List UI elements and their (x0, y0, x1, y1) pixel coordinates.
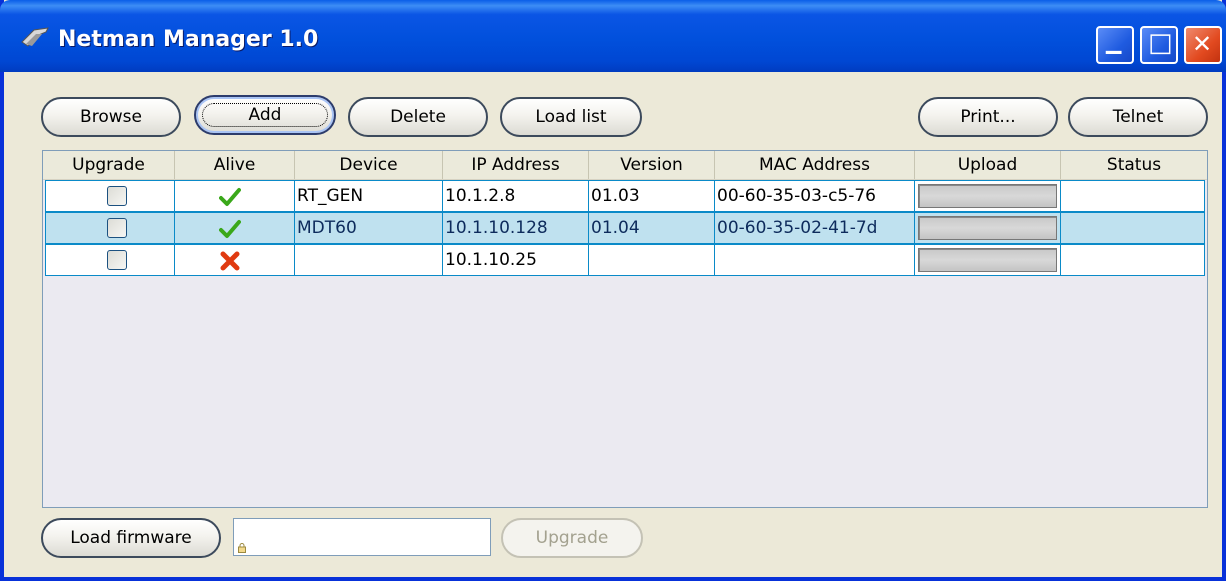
version-cell: 01.04 (589, 212, 715, 244)
load-list-button[interactable]: Load list (500, 97, 642, 137)
app-window: Netman Manager 1.0 ▁ □ ✕ Browse Add Dele… (0, 0, 1226, 581)
ip-cell: 10.1.10.128 (443, 212, 589, 244)
browse-button[interactable]: Browse (41, 97, 181, 137)
minimize-icon: ▁ (1106, 30, 1122, 54)
alive-cell (175, 212, 295, 244)
telnet-button[interactable]: Telnet (1068, 97, 1208, 137)
lock-icon (238, 543, 246, 553)
maximize-button[interactable]: □ (1140, 26, 1178, 64)
close-button[interactable]: ✕ (1184, 26, 1222, 64)
upgrade-cell[interactable] (45, 180, 175, 212)
device-cell: RT_GEN (295, 180, 443, 212)
add-button[interactable]: Add (194, 95, 336, 135)
minimize-button[interactable]: ▁ (1096, 26, 1134, 64)
upload-progress-bar (918, 248, 1057, 272)
upgrade-button[interactable]: Upgrade (501, 518, 643, 558)
column-header-ip-address[interactable]: IP Address (443, 151, 589, 179)
upload-cell (915, 180, 1061, 212)
column-header-device[interactable]: Device (295, 151, 443, 179)
version-cell: 01.03 (589, 180, 715, 212)
table-row[interactable]: MDT60 10.1.10.128 01.04 00-60-35-02-41-7… (45, 212, 1205, 244)
upgrade-cell[interactable] (45, 244, 175, 276)
column-header-mac-address[interactable]: MAC Address (715, 151, 915, 179)
upgrade-checkbox[interactable] (107, 218, 127, 238)
upgrade-checkbox[interactable] (107, 250, 127, 270)
close-icon: ✕ (1192, 30, 1213, 58)
ip-cell: 10.1.10.25 (443, 244, 589, 276)
table-header: Upgrade Alive Device IP Address Version … (43, 151, 1207, 180)
device-cell (295, 244, 443, 276)
upload-progress-bar (918, 184, 1057, 208)
column-header-upload[interactable]: Upload (915, 151, 1061, 179)
column-header-status[interactable]: Status (1061, 151, 1207, 179)
mac-cell (715, 244, 915, 276)
load-firmware-button[interactable]: Load firmware (41, 518, 221, 558)
mac-cell: 00-60-35-02-41-7d (715, 212, 915, 244)
window-title: Netman Manager 1.0 (58, 27, 319, 52)
alive-cell (175, 180, 295, 212)
column-header-alive[interactable]: Alive (175, 151, 295, 179)
version-cell (589, 244, 715, 276)
check-icon (219, 188, 241, 206)
maximize-icon: □ (1148, 28, 1173, 58)
table-row[interactable]: 10.1.10.25 (45, 244, 1205, 276)
mac-cell: 00-60-35-03-c5-76 (715, 180, 915, 212)
upgrade-checkbox[interactable] (107, 186, 127, 206)
app-icon (21, 27, 49, 47)
cross-icon (220, 251, 240, 271)
check-icon (219, 220, 241, 238)
firmware-path-field[interactable] (233, 518, 491, 556)
alive-cell (175, 244, 295, 276)
status-cell (1061, 180, 1205, 212)
upload-cell (915, 212, 1061, 244)
title-bar[interactable]: Netman Manager 1.0 ▁ □ ✕ (0, 0, 1226, 72)
column-header-upgrade[interactable]: Upgrade (43, 151, 175, 179)
status-cell (1061, 244, 1205, 276)
device-cell: MDT60 (295, 212, 443, 244)
upload-progress-bar (918, 216, 1057, 240)
upload-cell (915, 244, 1061, 276)
device-table[interactable]: Upgrade Alive Device IP Address Version … (42, 150, 1208, 508)
upgrade-cell[interactable] (45, 212, 175, 244)
delete-button[interactable]: Delete (348, 97, 488, 137)
column-header-version[interactable]: Version (589, 151, 715, 179)
ip-cell: 10.1.2.8 (443, 180, 589, 212)
print-button[interactable]: Print... (918, 97, 1058, 137)
table-row[interactable]: RT_GEN 10.1.2.8 01.03 00-60-35-03-c5-76 (45, 180, 1205, 212)
status-cell (1061, 212, 1205, 244)
